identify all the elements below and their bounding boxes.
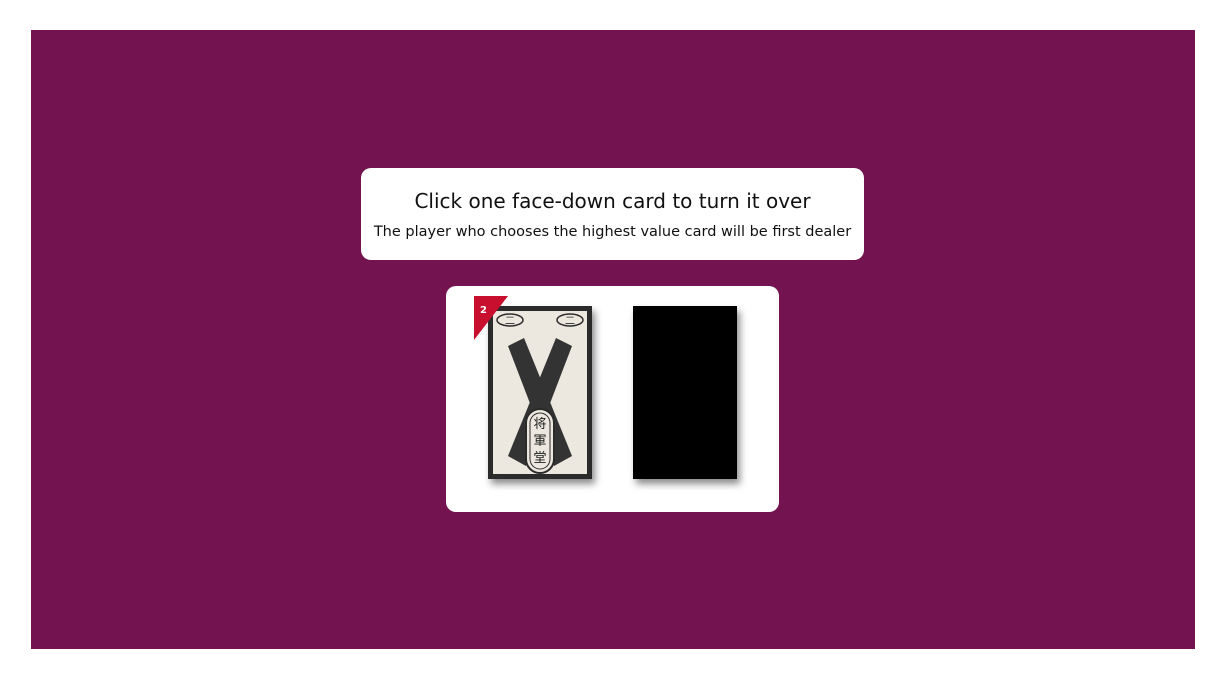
stamp-char-3: 堂 bbox=[533, 451, 546, 466]
face-down-card[interactable] bbox=[633, 306, 737, 479]
card-selection-panel: 二 二 将 軍 堂 2 bbox=[446, 286, 779, 512]
card-value-badge: 2 bbox=[474, 296, 508, 340]
instruction-title: Click one face-down card to turn it over bbox=[414, 189, 811, 213]
instruction-panel: Click one face-down card to turn it over… bbox=[361, 168, 864, 260]
instruction-subtitle: The player who chooses the highest value… bbox=[373, 224, 852, 240]
top-right-mark: 二 bbox=[565, 316, 575, 327]
stamp-char-1: 将 bbox=[533, 417, 546, 432]
stamp-char-2: 軍 bbox=[533, 434, 546, 449]
card-value-number: 2 bbox=[480, 305, 487, 316]
